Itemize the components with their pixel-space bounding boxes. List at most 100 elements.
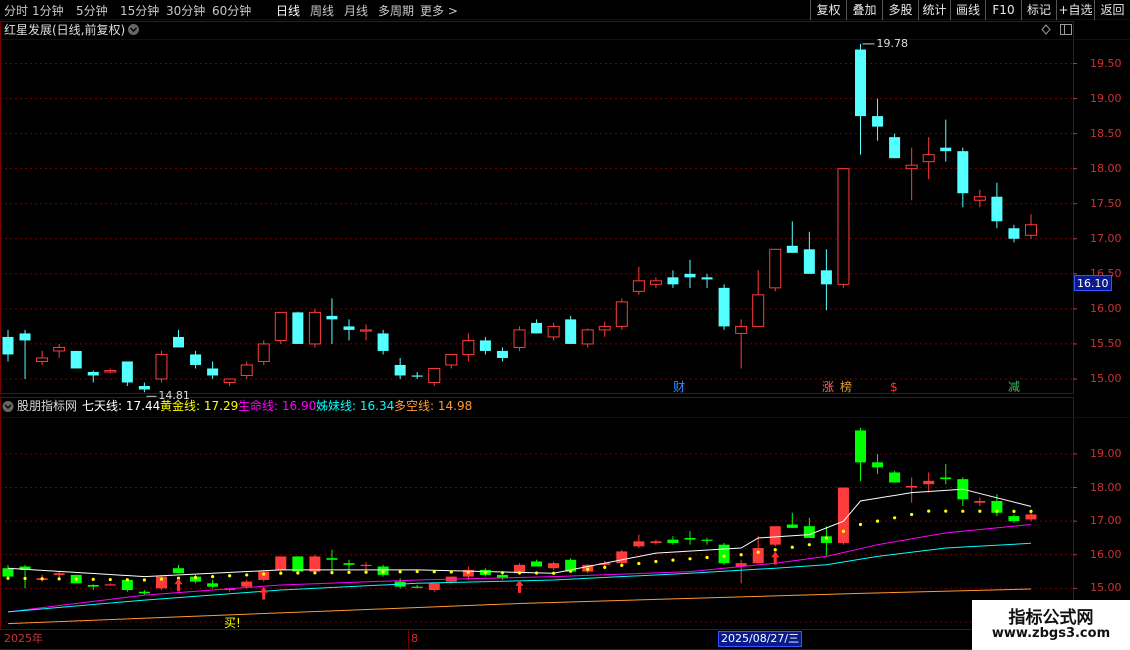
legend-value: 14.98	[434, 399, 473, 413]
toolbar-button-2[interactable]: 多股	[882, 0, 918, 20]
indicator-y-tick-label: 16.00	[1090, 547, 1122, 561]
event-marker: 榜	[840, 380, 853, 394]
main-y-tick-label: 19.50	[1090, 56, 1122, 70]
main-candle-body-down	[87, 371, 99, 376]
timeframe-tab-4[interactable]: 30分钟	[166, 2, 205, 19]
indicator-candle-body-up	[104, 584, 116, 586]
main-candle-body-down	[326, 315, 338, 320]
toolbar-button-4[interactable]: 画线	[950, 0, 985, 20]
main-candle-body-up	[462, 339, 475, 355]
indicator-candle-body-up	[275, 556, 287, 570]
toolbar-button-3[interactable]: 统计	[918, 0, 950, 20]
timeframe-tab-8[interactable]: 月线	[344, 2, 368, 19]
indicator-candle-body-down	[1008, 516, 1020, 522]
watermark: 指标公式网 www.zbgs3.com	[972, 600, 1130, 650]
indicator-name: 股朋指标网	[17, 399, 78, 413]
golden-line-dot	[722, 554, 726, 558]
main-candle-body-up	[598, 325, 611, 331]
timeframe-tab-1[interactable]: 1分钟	[32, 2, 64, 19]
toolbar-button-8[interactable]: 返回	[1094, 0, 1130, 20]
main-candle-body-up	[104, 370, 117, 373]
legend-value: 17.44	[122, 399, 161, 413]
golden-line-dot	[364, 570, 368, 574]
main-candle-body-down	[957, 151, 969, 194]
main-candle-body-up	[837, 168, 850, 285]
timeframe-tab-10[interactable]: 更多 >	[420, 2, 458, 19]
golden-line-dot	[705, 555, 709, 560]
window-icon	[1060, 24, 1072, 35]
main-candle-body-up	[223, 378, 236, 383]
main-candle-body-up	[257, 343, 270, 362]
golden-line-dot	[23, 576, 27, 581]
legend-label: 黄金线:	[160, 399, 201, 413]
main-candle-body-up	[649, 280, 662, 285]
golden-line-dot	[552, 571, 556, 575]
timeframe-tab-0[interactable]: 分时	[4, 2, 28, 19]
indicator-candle-body-down	[786, 524, 798, 528]
year-label: 2025年	[4, 632, 43, 645]
indicator-candle-body-down	[872, 462, 884, 468]
toolbar-button-7[interactable]: +自选	[1056, 0, 1094, 20]
golden-line-dot	[688, 557, 692, 561]
current-price-badge: 16.10	[1074, 275, 1112, 291]
indicator-candle-body-up	[752, 548, 764, 564]
golden-line-dot	[1012, 509, 1016, 513]
event-marker: 财	[673, 380, 686, 394]
main-candle-body-up	[360, 329, 373, 332]
indicator-candle-body-down	[718, 544, 730, 564]
toolbar-button-0[interactable]: 复权	[810, 0, 846, 20]
main-y-tick-label: 17.00	[1090, 231, 1122, 245]
main-candle-body-down	[2, 336, 14, 355]
timeframe-tab-9[interactable]: 多周期	[378, 2, 414, 19]
legend-label: 七天线:	[82, 399, 123, 413]
golden-line-dot	[262, 572, 266, 576]
buy-arrow-icon	[174, 578, 183, 592]
main-candle-body-up	[905, 164, 918, 170]
indicator-candle-body-down	[138, 591, 150, 594]
indicator-candle-body-down	[292, 556, 304, 572]
timeframe-tab-6[interactable]: 日线	[276, 2, 300, 19]
golden-line-dot	[944, 509, 948, 513]
toolbar-button-1[interactable]: 叠加	[846, 0, 882, 20]
golden-line-dot	[483, 570, 487, 575]
golden-line-dot	[961, 509, 965, 513]
golden-line-dot	[773, 548, 777, 552]
indicator-candle-body-down	[87, 585, 99, 587]
golden-line-dot	[807, 543, 811, 547]
indicator-candle-body-up	[548, 563, 560, 569]
main-candle-body-up	[922, 154, 935, 163]
golden-line-dot	[739, 553, 743, 557]
main-candle-body-up	[735, 325, 748, 334]
toolbar-button-5[interactable]: F10	[985, 0, 1021, 20]
indicator-y-tick-label: 15.00	[1090, 581, 1122, 595]
timeframe-tab-7[interactable]: 周线	[310, 2, 334, 19]
golden-line-dot	[603, 565, 607, 569]
indicator-candle-body-down	[2, 568, 14, 577]
golden-line-dot	[142, 578, 146, 582]
timeframe-tab-2[interactable]: 5分钟	[76, 2, 108, 19]
legend-entry-3: 姊妹线: 16.34	[316, 399, 394, 413]
golden-line-dot	[569, 569, 573, 573]
indicator-candle-body-down	[667, 539, 679, 543]
golden-line-dot	[875, 519, 880, 523]
timeframe-tab-3[interactable]: 15分钟	[120, 2, 159, 19]
timeframe-tab-5[interactable]: 60分钟	[212, 2, 251, 19]
main-candle-body-up	[547, 325, 560, 338]
legend-entry-4: 多空线: 14.98	[394, 399, 472, 413]
buy-signal-label: 买!	[224, 616, 241, 630]
main-candle-body-down	[855, 49, 866, 117]
main-candle-body-down	[292, 312, 304, 344]
main-y-tick-label: 18.00	[1090, 161, 1122, 175]
golden-line-dot	[500, 571, 505, 575]
golden-line-dot	[1029, 509, 1033, 514]
golden-line-dot	[211, 575, 215, 579]
main-candle-body-down	[394, 364, 406, 376]
main-candle-body-down	[531, 322, 543, 334]
main-candle-body-down	[565, 319, 577, 344]
golden-line-dot	[347, 570, 351, 575]
main-candle-body-down	[701, 277, 713, 280]
main-candle-body-down	[718, 287, 730, 327]
toolbar-button-6[interactable]: 标记	[1021, 0, 1056, 20]
indicator-candle-body-down	[326, 558, 338, 560]
golden-line-dot	[279, 571, 283, 575]
